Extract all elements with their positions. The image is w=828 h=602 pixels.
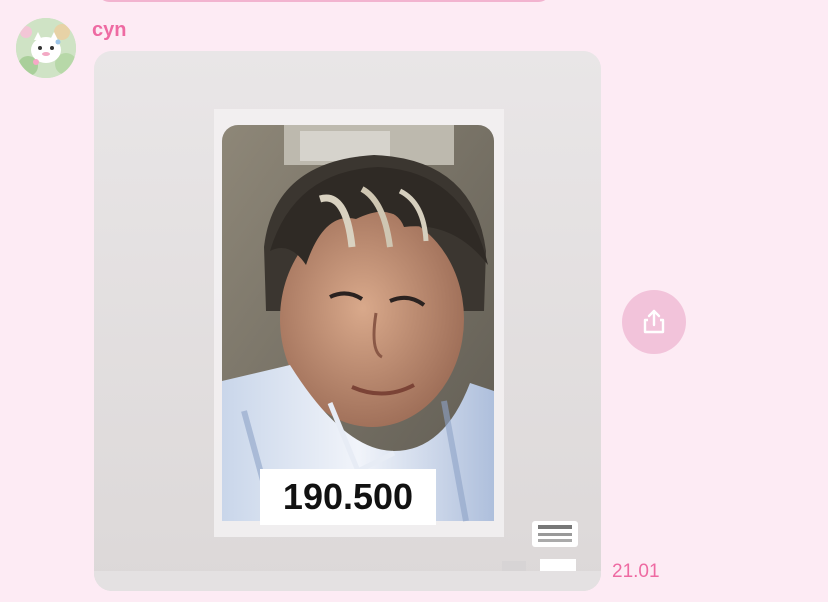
share-button[interactable] [622, 290, 686, 354]
previous-message-bubble[interactable] [96, 0, 552, 2]
message-timestamp: 21.01 [612, 561, 660, 582]
photo-message[interactable]: 190.500 [94, 51, 601, 591]
share-icon [643, 309, 665, 334]
price-tag: 190.500 [260, 469, 436, 525]
sender-name: cyn [92, 19, 127, 41]
avatar-illustration [16, 18, 76, 78]
chat-screen: cyn 190.500 21.01 [0, 0, 828, 602]
sender-avatar[interactable] [16, 18, 76, 78]
